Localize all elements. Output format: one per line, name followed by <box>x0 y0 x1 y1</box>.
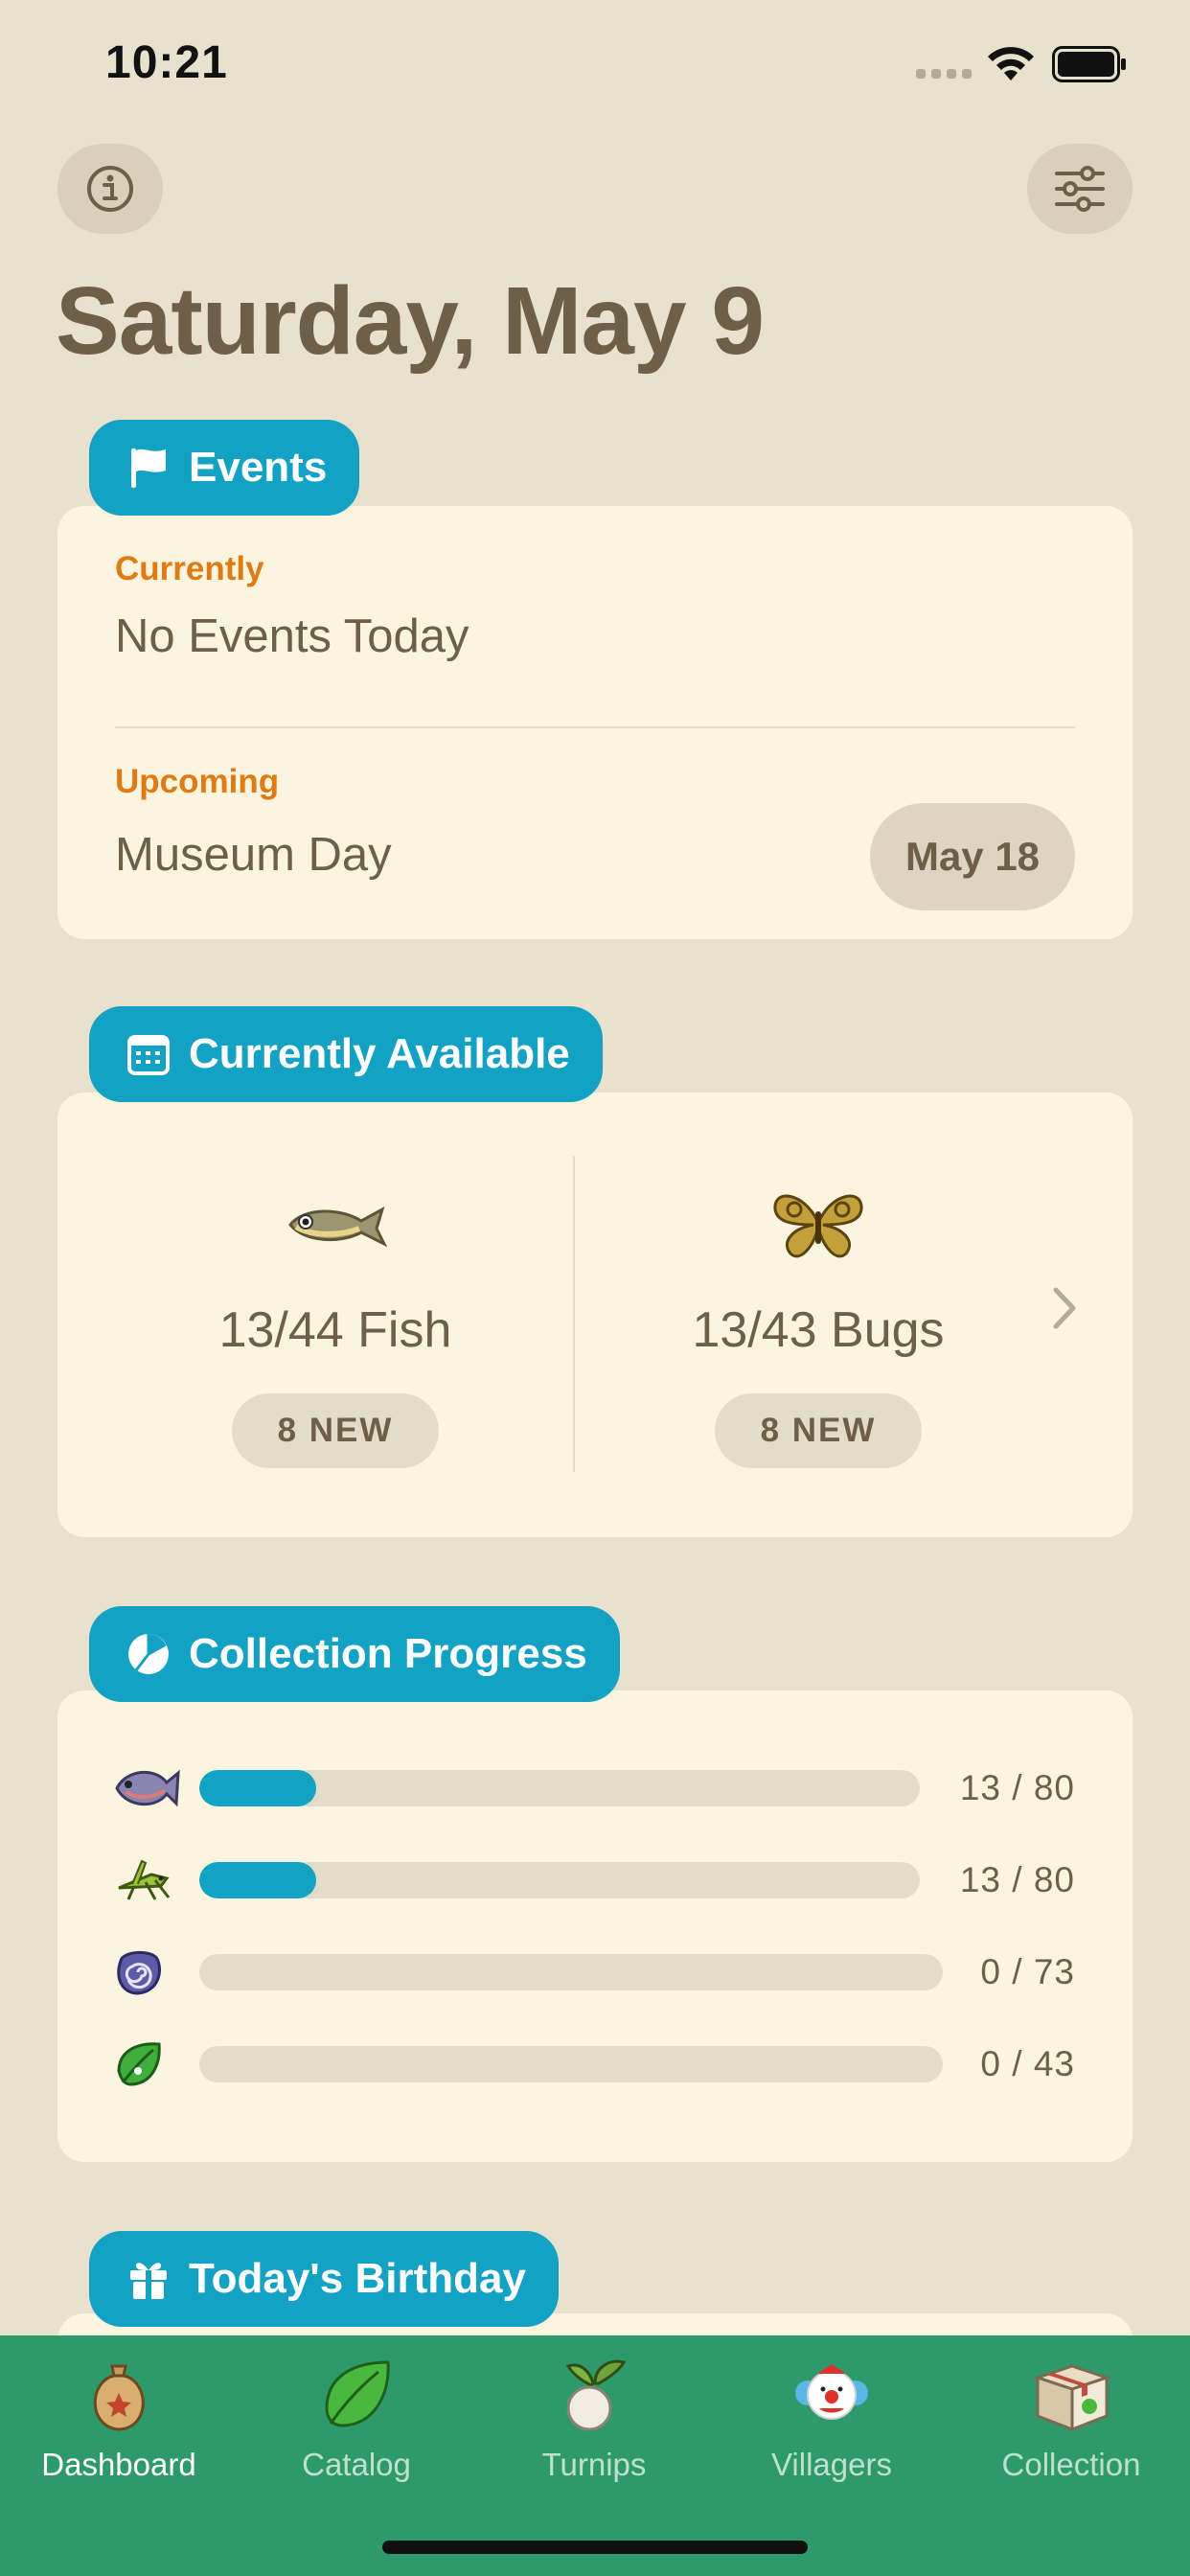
bell-bag-icon <box>93 2364 145 2431</box>
tab-label: Dashboard <box>41 2447 196 2482</box>
butterfly-icon <box>773 1194 863 1258</box>
progress-bar <box>199 1862 920 1898</box>
upcoming-events-label: Upcoming <box>115 763 280 800</box>
progress-row-art[interactable]: 0 / 43 <box>113 2036 1075 2093</box>
tab-turnips[interactable]: Turnips <box>475 2335 713 2508</box>
events-tab-label: Events <box>189 444 328 491</box>
tab-label: Catalog <box>302 2447 411 2482</box>
flag-icon <box>126 445 172 491</box>
progress-row-fossils[interactable]: 0 / 73 <box>113 1944 1075 2001</box>
status-time: 10:21 <box>105 37 228 88</box>
divider <box>573 1156 575 1472</box>
progress-value: 13 / 80 <box>959 1860 1075 1899</box>
tab-dashboard[interactable]: Dashboard <box>0 2335 238 2508</box>
fish-available-count: 13/44 Fish <box>218 1302 452 1358</box>
tab-label: Collection <box>1001 2447 1141 2482</box>
current-events-label: Currently <box>115 550 264 587</box>
tab-villagers[interactable]: Villagers <box>713 2335 950 2508</box>
leaf-icon <box>113 2036 184 2093</box>
info-button[interactable] <box>57 144 163 234</box>
tab-label: Villagers <box>771 2447 892 2482</box>
tab-catalog[interactable]: Catalog <box>238 2335 475 2508</box>
bugs-new-badge: 8 NEW <box>715 1393 922 1468</box>
currently-available-card[interactable]: 13/44 Fish 8 NEW 13/43 Bugs 8 NEW <box>57 1092 1133 1537</box>
progress-row-fish[interactable]: 13 / 80 <box>113 1760 1075 1817</box>
sliders-icon <box>1055 166 1105 212</box>
progress-value: 0 / 43 <box>980 2044 1075 2083</box>
birthday-section-tab: Today's Birthday <box>89 2231 559 2327</box>
available-fish[interactable]: 13/44 Fish 8 NEW <box>96 1092 575 1537</box>
available-bugs[interactable]: 13/43 Bugs 8 NEW <box>579 1092 1058 1537</box>
progress-bar-fill <box>199 1862 317 1898</box>
calendar-icon <box>126 1031 172 1077</box>
pie-chart-icon <box>126 1631 172 1677</box>
progress-bar <box>199 2046 943 2082</box>
status-bar: 10:21 <box>0 0 1190 134</box>
fish-icon <box>113 1760 184 1817</box>
signal-icon <box>916 69 972 79</box>
fish-icon <box>288 1206 388 1248</box>
collection-progress-card[interactable]: 13 / 80 13 / 80 0 / 73 0 / 43 <box>57 1690 1133 2162</box>
current-events-value: No Events Today <box>115 610 469 662</box>
page-title: Saturday, May 9 <box>56 267 765 375</box>
currently-available-tab-label: Currently Available <box>189 1030 570 1077</box>
progress-bar-fill <box>199 1770 317 1806</box>
tab-label: Turnips <box>541 2447 647 2482</box>
tab-collection[interactable]: Collection <box>952 2335 1190 2508</box>
fish-new-badge: 8 NEW <box>232 1393 439 1468</box>
leaf-icon <box>325 2360 390 2427</box>
currently-available-section-tab: Currently Available <box>89 1006 603 1102</box>
progress-bar <box>199 1770 920 1806</box>
progress-bar <box>199 1954 943 1990</box>
grasshopper-icon <box>113 1852 184 1909</box>
progress-value: 13 / 80 <box>959 1768 1075 1807</box>
upcoming-event-date: May 18 <box>870 803 1075 910</box>
wifi-icon <box>988 47 1034 80</box>
birthday-tab-label: Today's Birthday <box>189 2255 526 2302</box>
fossil-icon <box>113 1944 184 2001</box>
turnip-icon <box>565 2359 627 2431</box>
collection-progress-section-tab: Collection Progress <box>89 1606 620 1702</box>
villager-icon <box>795 2364 868 2420</box>
info-icon <box>87 166 133 212</box>
chevron-right-icon[interactable] <box>1050 1284 1079 1332</box>
collection-progress-tab-label: Collection Progress <box>189 1630 587 1677</box>
divider <box>115 726 1075 728</box>
battery-icon <box>1052 46 1126 82</box>
events-section-tab: Events <box>89 420 360 516</box>
upcoming-event-name[interactable]: Museum Day <box>115 828 392 882</box>
events-card: Currently No Events Today Upcoming Museu… <box>57 506 1133 939</box>
filter-button[interactable] <box>1027 144 1133 234</box>
box-icon <box>1033 2364 1111 2432</box>
bugs-available-count: 13/43 Bugs <box>692 1302 945 1358</box>
progress-row-bugs[interactable]: 13 / 80 <box>113 1852 1075 1909</box>
home-indicator <box>382 2541 808 2554</box>
gift-icon <box>126 2256 172 2302</box>
progress-value: 0 / 73 <box>980 1952 1075 1991</box>
